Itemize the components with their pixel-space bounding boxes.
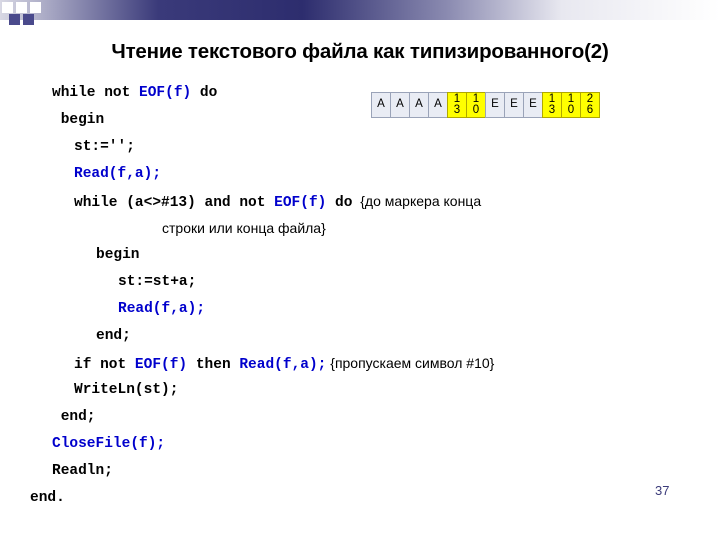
code-text: st:=''; [74, 139, 135, 155]
buffer-cell-char: A [415, 98, 423, 111]
buffer-cell: 13 [447, 92, 467, 118]
code-text: do [326, 195, 353, 211]
buffer-cell: 10 [466, 92, 486, 118]
code-line: end; [30, 323, 690, 350]
buffer-cell-code-bottom: 3 [453, 104, 461, 116]
buffer-cell-char: E [491, 98, 499, 111]
buffer-cell-char: A [396, 98, 404, 111]
code-keyword: Read(f,a); [74, 166, 162, 182]
code-text: do [191, 85, 218, 101]
code-line: begin [30, 242, 690, 269]
code-keyword: EOF(f) [274, 195, 327, 211]
code-comment: строки или конца файла} [162, 220, 326, 236]
code-line: st:=''; [30, 134, 690, 161]
code-line: Readln; [30, 458, 690, 485]
page-title: Чтение текстового файла как типизированн… [111, 40, 609, 63]
code-keyword: Read(f,a); [239, 357, 327, 373]
slide-top-decoration [0, 0, 720, 26]
buffer-cell-code: 10 [567, 93, 575, 116]
code-line: while (a<>#13) and not EOF(f) do {до мар… [30, 188, 690, 215]
code-keyword: CloseFile(f); [52, 436, 166, 452]
code-text: end; [52, 409, 96, 425]
code-line: WriteLn(st); [30, 377, 690, 404]
buffer-cell: A [371, 92, 391, 118]
buffer-cell: A [390, 92, 410, 118]
code-comment: {до маркера конца [352, 193, 482, 209]
buffer-cell: 13 [542, 92, 562, 118]
code-line: Read(f,a); [30, 161, 690, 188]
decor-square [30, 2, 41, 13]
buffer-cell-code: 13 [548, 93, 556, 116]
buffer-cell-code: 10 [472, 93, 480, 116]
code-comment: {пропускаем символ #10} [326, 355, 495, 371]
buffer-cell-code-bottom: 0 [567, 104, 575, 116]
code-text: begin [52, 112, 105, 128]
top-gradient-bar [0, 0, 720, 20]
code-line: if not EOF(f) then Read(f,a); {пропускае… [30, 350, 690, 377]
decor-square [16, 2, 27, 13]
buffer-cell-code: 26 [586, 93, 594, 116]
decor-white-strip [0, 20, 720, 26]
decor-square-dark [9, 14, 20, 25]
buffer-cell-code-bottom: 6 [586, 104, 594, 116]
decor-square [2, 2, 13, 13]
code-text: begin [96, 247, 140, 263]
slide-page-number: 37 [655, 483, 670, 498]
buffer-cell: 26 [580, 92, 600, 118]
buffer-cell: E [523, 92, 543, 118]
buffer-cell: A [409, 92, 429, 118]
code-keyword: EOF(f) [139, 85, 192, 101]
code-text: end; [96, 328, 131, 344]
buffer-cell-code-bottom: 0 [472, 104, 480, 116]
buffer-cell: 10 [561, 92, 581, 118]
code-text: while not [52, 85, 140, 101]
code-line: Read(f,a); [30, 296, 690, 323]
code-text: st:=st+a; [118, 274, 197, 290]
code-line: CloseFile(f); [30, 431, 690, 458]
buffer-cell-char: A [434, 98, 442, 111]
code-text: WriteLn(st); [74, 382, 179, 398]
code-keyword: EOF(f) [134, 357, 188, 373]
code-line: end. [30, 485, 690, 512]
code-keyword: Read(f,a); [118, 301, 206, 317]
buffer-cell-char: A [377, 98, 385, 111]
code-text: end. [30, 490, 65, 506]
code-line: строки или конца файла} [30, 215, 690, 242]
code-line: end; [30, 404, 690, 431]
code-text: then [187, 357, 240, 373]
buffer-cell-code-bottom: 3 [548, 104, 556, 116]
buffer-cell-char: E [510, 98, 518, 111]
buffer-cell-char: E [529, 98, 537, 111]
buffer-cell: A [428, 92, 448, 118]
buffer-cell: E [485, 92, 505, 118]
code-listing: while not EOF(f) do begin st:=''; Read(f,a… [30, 80, 690, 512]
code-text: Readln; [52, 463, 113, 479]
file-buffer-diagram: AAAA1310EEE131026 [371, 92, 602, 118]
buffer-cell: E [504, 92, 524, 118]
decor-square-dark [23, 14, 34, 25]
code-text: if not [74, 357, 135, 373]
code-text: while (a<>#13) and not [74, 195, 275, 211]
buffer-cell-code: 13 [453, 93, 461, 116]
code-line: st:=st+a; [30, 269, 690, 296]
